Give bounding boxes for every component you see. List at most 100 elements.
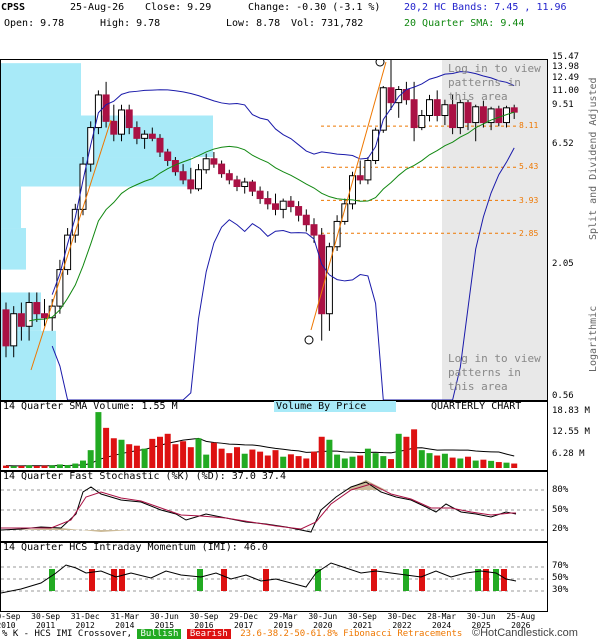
candle bbox=[264, 191, 272, 210]
x-axis-label: 31-Mar 2014 bbox=[105, 612, 145, 630]
login-bottom-text: Log in to view patterns in this area bbox=[448, 352, 541, 393]
volume-bar bbox=[18, 465, 25, 468]
bearish-crossover-bar bbox=[119, 569, 125, 591]
price-axis-label: 2.05 bbox=[552, 259, 574, 269]
candle bbox=[233, 175, 241, 192]
volume-bar bbox=[110, 438, 117, 468]
volume-bar bbox=[249, 449, 256, 468]
volume-bar bbox=[441, 453, 448, 468]
volume-bar bbox=[434, 455, 441, 468]
x-axis-date: 30-Jun bbox=[466, 612, 496, 621]
x-axis-date: 30-Jun bbox=[149, 612, 179, 621]
volume-bar bbox=[157, 436, 163, 468]
bearish-badge: Bearish bbox=[186, 629, 231, 639]
candle bbox=[225, 169, 233, 185]
price-axis-label: 12.49 bbox=[552, 73, 580, 83]
x-axis-label: 29-Mar 2019 bbox=[263, 612, 303, 630]
bearish-crossover-bar bbox=[221, 569, 227, 591]
imi-panel: 14 Quarter HCS Intraday Momentum (IMI): … bbox=[0, 542, 548, 612]
candle bbox=[218, 160, 226, 178]
volume-bar bbox=[187, 447, 194, 468]
low-marker bbox=[304, 335, 314, 345]
volume-bar bbox=[41, 465, 48, 468]
candle bbox=[356, 160, 364, 185]
volume-bar bbox=[418, 450, 425, 468]
sma-value: 20 Quarter SMA: 9.44 bbox=[404, 18, 525, 29]
volume-axis-label: 12.55 M bbox=[552, 427, 590, 437]
candle bbox=[302, 209, 310, 232]
volume-bar bbox=[72, 463, 79, 468]
volume-bar bbox=[465, 456, 471, 468]
bullish-crossover-bar bbox=[475, 569, 481, 591]
volume-axis-label: 6.28 M bbox=[552, 449, 585, 459]
volume-bar bbox=[449, 457, 456, 468]
x-axis-date: 31-Mar bbox=[110, 612, 140, 621]
copyright[interactable]: ©HotCandlestick.com bbox=[472, 627, 578, 639]
volume-bar bbox=[280, 456, 287, 468]
date: 25-Aug-26 bbox=[70, 2, 125, 13]
volume-bar bbox=[380, 456, 387, 468]
price-axis-label: 6.52 bbox=[552, 139, 574, 149]
high-value: High: 9.78 bbox=[100, 18, 161, 29]
candle bbox=[272, 193, 279, 216]
volume-bar bbox=[257, 451, 264, 468]
volume-bar bbox=[203, 454, 210, 468]
x-axis-label: 28-Mar 2024 bbox=[422, 612, 462, 630]
stochastic-title: 14 Quarter Fast Stochastic (%K) (%D): 37… bbox=[3, 471, 286, 482]
volume-chart bbox=[3, 412, 518, 468]
volume-axis-label: 18.83 M bbox=[552, 406, 590, 416]
volume-bar bbox=[218, 448, 225, 468]
x-axis-label: 30-Dec 2022 bbox=[382, 612, 422, 630]
volume-bar bbox=[141, 448, 148, 468]
x-axis-date: 30-Sep bbox=[31, 612, 61, 621]
x-axis: 30-Sep201030-Sep201131-Dec201231-Mar2014… bbox=[0, 612, 548, 630]
bearish-crossover-bar bbox=[371, 569, 377, 591]
x-axis-label: 30-Sep2010 bbox=[0, 612, 26, 630]
candle bbox=[241, 177, 249, 194]
imi-axis-label: 70% bbox=[552, 561, 569, 571]
stochastic-chart bbox=[1, 480, 547, 533]
volume-bar bbox=[226, 453, 233, 468]
volume-bar bbox=[133, 445, 140, 468]
candle bbox=[248, 179, 256, 197]
candle bbox=[279, 198, 287, 219]
fib-legend: 23.6-38.2-50-61.8% Fibonacci Retracement… bbox=[240, 629, 463, 639]
candle bbox=[195, 164, 202, 192]
fib-level-2: 5.43 bbox=[519, 162, 539, 171]
volume-bar bbox=[56, 464, 63, 468]
footer-legend: % K - HCS IMI Crossover, Bullish Bearish… bbox=[2, 629, 462, 639]
price-axis-label: 13.98 bbox=[552, 62, 580, 72]
high-marker bbox=[375, 60, 385, 67]
price-axis-label: 11.00 bbox=[552, 86, 580, 96]
volume-bar bbox=[195, 438, 202, 468]
stoch-axis-label: 50% bbox=[552, 505, 569, 515]
volume-bar bbox=[395, 433, 402, 468]
volume-bar bbox=[311, 451, 317, 468]
volume-by-price-label: Volume By Price bbox=[274, 401, 397, 412]
scale-side-label: Logarithmic bbox=[588, 305, 599, 372]
price-axis-label: 0.56 bbox=[552, 391, 574, 401]
imi-axis-label: 50% bbox=[552, 573, 569, 583]
volume-bar bbox=[503, 462, 510, 468]
volume-bar bbox=[87, 450, 94, 468]
volume-bar bbox=[126, 444, 133, 468]
volume-bar bbox=[210, 442, 217, 468]
volume-bar bbox=[26, 465, 33, 468]
x-axis-date: 30-Sep bbox=[189, 612, 219, 621]
volume-bar bbox=[234, 447, 240, 468]
price-axis-label: 9.51 bbox=[552, 100, 574, 110]
volume-bar bbox=[287, 454, 294, 468]
volume-bar bbox=[334, 454, 341, 468]
volume-bar bbox=[80, 460, 86, 468]
candle bbox=[410, 81, 418, 142]
bearish-crossover-bar bbox=[419, 569, 425, 591]
x-axis-label: 30-Sep 2021 bbox=[342, 612, 382, 630]
candle bbox=[387, 60, 395, 110]
change-value: Change: -0.30 (-3.1 %) bbox=[248, 2, 381, 13]
stoch-k-line bbox=[1, 481, 517, 533]
x-axis-date: 29-Mar bbox=[268, 612, 298, 621]
price-axis-label: 15.47 bbox=[552, 52, 580, 62]
volume-bar bbox=[403, 436, 410, 468]
x-axis-date: 25-Aug bbox=[506, 612, 536, 621]
imi-chart bbox=[1, 562, 547, 594]
